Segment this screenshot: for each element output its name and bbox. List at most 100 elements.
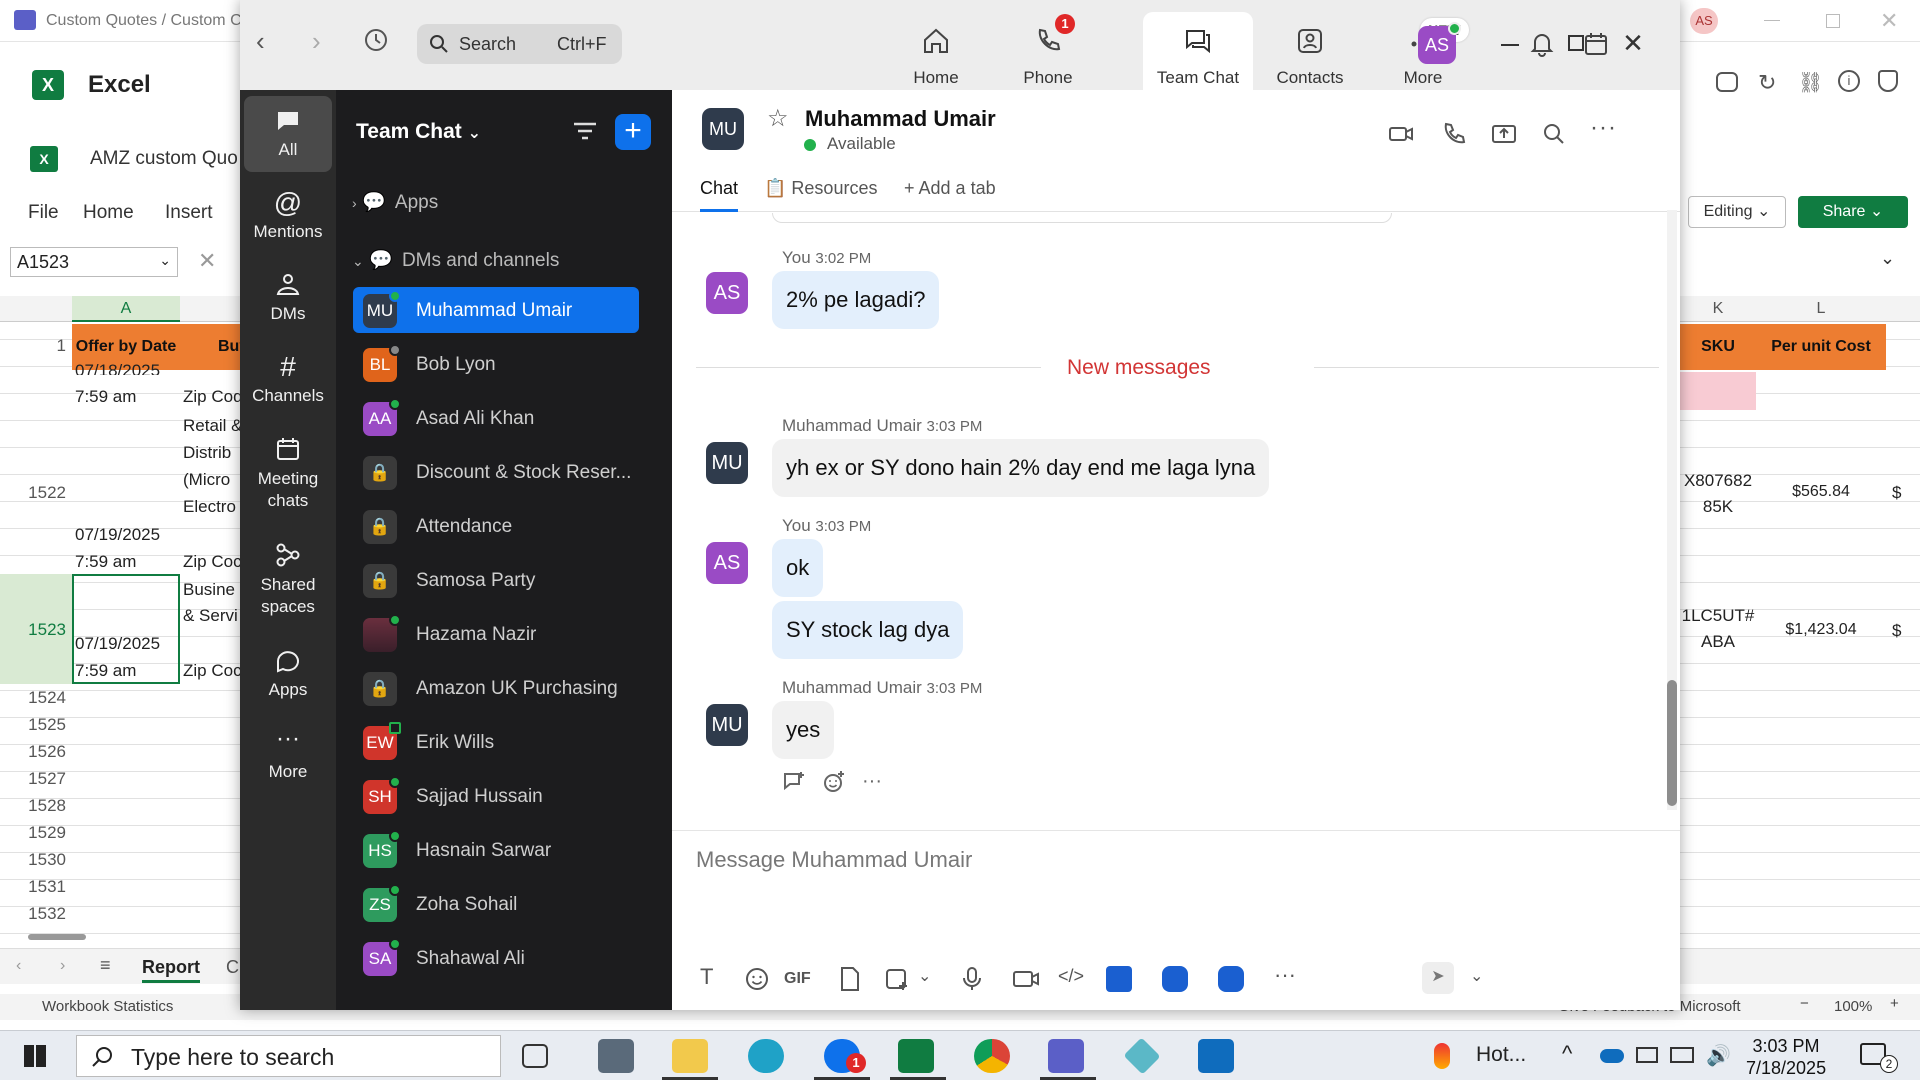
message-more-icon[interactable]: ··· (862, 770, 882, 793)
cell-buyer-line[interactable]: Electro (183, 497, 236, 517)
code-icon[interactable]: </> (1058, 966, 1084, 992)
cell-buyer-line[interactable]: Busine (183, 580, 235, 600)
rail-channels[interactable]: # Channels (244, 342, 332, 418)
cell-date[interactable]: 07/19/2025 (75, 634, 160, 654)
cell-zip[interactable]: Zip Coc (183, 552, 242, 572)
row-number[interactable]: 1530 (0, 850, 72, 870)
bell-icon[interactable] (1528, 30, 1556, 58)
close-button[interactable]: ✕ (1618, 28, 1648, 58)
cell-m[interactable]: $ (1892, 483, 1901, 503)
cell-time[interactable]: 7:59 am (75, 661, 136, 681)
app-diamond-icon[interactable] (1123, 1037, 1161, 1075)
list-item[interactable]: 🔒 Amazon UK Purchasing (353, 665, 639, 711)
calculator-icon[interactable] (598, 1039, 634, 1073)
search-icon[interactable] (1540, 120, 1568, 148)
list-item[interactable]: MU Muhammad Umair (353, 287, 639, 333)
team-chat-dropdown[interactable]: Team Chat ⌄ (356, 120, 481, 144)
screenshot-icon[interactable] (884, 966, 910, 992)
cell-buyer-line[interactable]: Retail & (183, 416, 243, 436)
sheets-menu-icon[interactable]: ≡ (100, 955, 111, 976)
next-sheet-icon[interactable]: › (60, 957, 65, 975)
cell-partial-date[interactable]: 07/18/2025 (75, 361, 160, 375)
section-apps[interactable]: › 💬 Apps (352, 190, 438, 214)
list-item[interactable]: 🔒 Discount & Stock Reser... (353, 449, 639, 495)
message-bubble[interactable]: yh ex or SY dono hain 2% day end me laga… (772, 439, 1270, 497)
task-view-icon[interactable] (522, 1044, 548, 1068)
outlook-icon[interactable] (1198, 1039, 1234, 1073)
maximize-button[interactable] (1826, 14, 1840, 28)
cell-m[interactable]: $ (1892, 621, 1901, 641)
workbook-statistics[interactable]: Workbook Statistics (42, 998, 173, 1015)
doc-app-icon[interactable] (1106, 966, 1132, 992)
taskbar-clock[interactable]: 3:03 PM 7/18/2025 (1746, 1035, 1826, 1079)
close-button[interactable]: ✕ (1880, 8, 1898, 34)
cell-date[interactable]: 07/19/2025 (75, 525, 160, 545)
chat-title[interactable]: Muhammad Umair (805, 106, 996, 132)
teams-taskbar-icon[interactable] (1048, 1039, 1084, 1073)
avatar[interactable]: MU (702, 108, 744, 150)
list-item[interactable]: Hazama Nazir (353, 611, 639, 657)
share-screen-icon[interactable] (1490, 120, 1518, 148)
cell-sku[interactable]: 1LC5UT# ABA (1680, 603, 1756, 655)
tab-home[interactable]: Home (881, 12, 991, 90)
sheet-tab-next[interactable]: C (226, 957, 239, 978)
message-bubble[interactable]: 2% pe lagadi? (772, 271, 940, 329)
microphone-icon[interactable] (960, 966, 986, 992)
section-dms[interactable]: ⌄ 💬 DMs and channels (352, 248, 559, 272)
rail-more[interactable]: ··· More (244, 718, 332, 794)
zoom-in-icon[interactable]: + (1890, 995, 1899, 1012)
list-item[interactable]: AA Asad Ali Khan (353, 395, 639, 441)
rail-all[interactable]: All (244, 96, 332, 172)
back-icon[interactable]: ‹ (256, 26, 288, 58)
history-icon[interactable] (362, 26, 394, 58)
cancel-formula-icon[interactable]: ✕ (198, 248, 216, 274)
text-format-icon[interactable]: T (700, 964, 726, 990)
col-header-a[interactable]: A (72, 296, 180, 322)
avatar[interactable]: MU (706, 704, 748, 746)
row-number[interactable]: 1529 (0, 823, 72, 843)
col-header-k[interactable]: K (1680, 296, 1756, 322)
weather-text[interactable]: Hot... (1476, 1043, 1526, 1067)
zoom-out-icon[interactable]: − (1800, 995, 1809, 1012)
menu-file[interactable]: File (28, 202, 59, 224)
cell-partial-buyer[interactable]: Zip Cod (183, 387, 243, 407)
cell-zip[interactable]: Zip Coc (183, 661, 242, 681)
row-number-1[interactable]: 1 (0, 336, 72, 356)
cell-sku[interactable]: X807682 85K (1680, 468, 1756, 520)
prev-sheet-icon[interactable]: ‹ (16, 957, 21, 975)
more-options-icon[interactable]: ··· (1590, 114, 1617, 142)
editing-mode-button[interactable]: Editing ⌄ (1688, 196, 1786, 228)
name-box[interactable]: A1523 ⌄ (10, 247, 178, 277)
cell-buyer-line[interactable]: & Servi (183, 606, 238, 626)
list-item[interactable]: 🔒 Attendance (353, 503, 639, 549)
chat-app-icon[interactable] (1162, 966, 1188, 992)
list-item[interactable]: SA Shahawal Ali (353, 935, 639, 981)
weather-icon[interactable] (1434, 1043, 1450, 1069)
send-icon[interactable]: ➤ (1422, 962, 1454, 994)
edge-icon[interactable] (748, 1039, 784, 1073)
cell-cost[interactable]: $565.84 (1756, 483, 1886, 501)
tab-contacts[interactable]: Contacts (1255, 12, 1365, 90)
minimize-button[interactable] (1764, 20, 1780, 21)
menu-home[interactable]: Home (83, 202, 134, 224)
row-number-1522[interactable]: 1522 (0, 483, 72, 503)
chevron-down-icon[interactable]: ⌄ (918, 966, 944, 992)
refresh-icon[interactable]: ↻ (1758, 70, 1776, 96)
list-item[interactable]: 🔒 Samosa Party (353, 557, 639, 603)
rail-meeting-chats[interactable]: Meeting chats (244, 424, 332, 524)
user-avatar[interactable]: AS (1690, 8, 1718, 34)
tab-phone[interactable]: 1 Phone (993, 12, 1103, 90)
message-bubble[interactable]: yes (772, 701, 835, 759)
share-button[interactable]: Share ⌄ (1798, 196, 1908, 228)
windows-start-icon[interactable] (24, 1045, 46, 1067)
info-icon[interactable]: i (1838, 70, 1860, 92)
row-number[interactable]: 1527 (0, 769, 72, 789)
tab-team-chat[interactable]: Team Chat (1143, 12, 1253, 90)
cell-buyer-line[interactable]: (Micro (183, 470, 230, 490)
file-explorer-icon[interactable] (672, 1039, 708, 1073)
row-number-1523[interactable]: 1523 (0, 620, 72, 640)
cell-pink[interactable] (1680, 372, 1756, 410)
formula-expand-icon[interactable]: ⌄ (1880, 248, 1895, 269)
horizontal-scrollbar[interactable] (28, 934, 86, 940)
rail-apps[interactable]: Apps (244, 636, 332, 712)
